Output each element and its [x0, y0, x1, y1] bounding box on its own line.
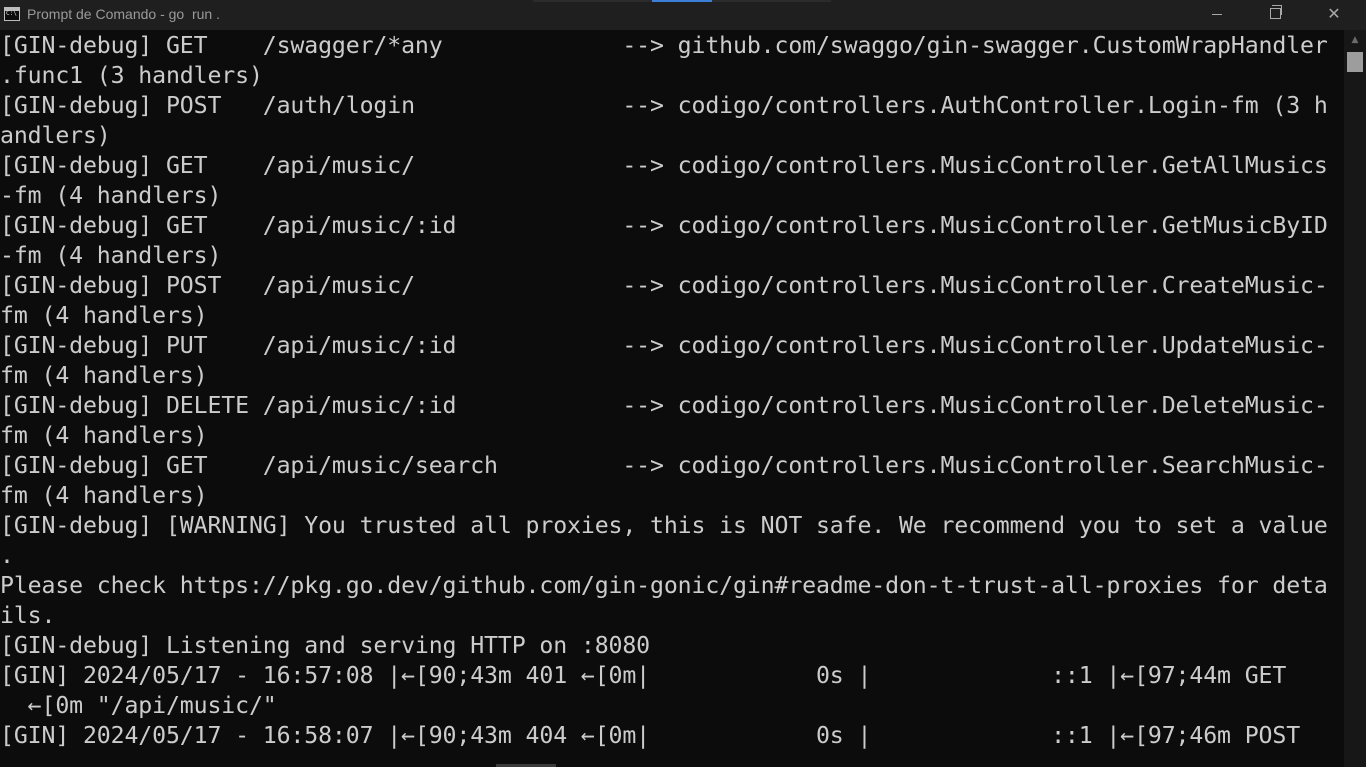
- console-line: [GIN] 2024/05/17 - 16:57:08 |←[90;43m 40…: [0, 662, 1287, 689]
- console-line: fm (4 handlers): [0, 302, 208, 329]
- console-line: [GIN-debug] GET /swagger/*any --> github…: [0, 32, 1328, 59]
- console-line: fm (4 handlers): [0, 422, 208, 449]
- console-output[interactable]: [GIN-debug] GET /swagger/*any --> github…: [0, 30, 1344, 767]
- command-prompt-window: Prompt de Comando - go run . ✕ [GIN-debu…: [0, 0, 1366, 767]
- vertical-scrollbar[interactable]: ▲: [1344, 30, 1366, 767]
- close-button[interactable]: ✕: [1305, 0, 1363, 30]
- console-line: [GIN-debug] GET /api/music/search --> co…: [0, 452, 1328, 479]
- active-tab-indicator: [652, 0, 712, 2]
- scroll-up-arrow-icon[interactable]: ▲: [1344, 30, 1366, 50]
- console-line: -fm (4 handlers): [0, 242, 222, 269]
- console-line: [GIN] 2024/05/17 - 16:58:07 |←[90;43m 40…: [0, 722, 1301, 749]
- console-line: ←[0m "/api/music/": [0, 692, 277, 719]
- console-line: [GIN-debug] POST /api/music/ --> codigo/…: [0, 272, 1328, 299]
- console-line: [GIN-debug] POST /auth/login --> codigo/…: [0, 92, 1328, 119]
- taskbar-preview-strip: [533, 0, 831, 2]
- scroll-thumb[interactable]: [1347, 52, 1363, 72]
- window-title: Prompt de Comando - go run .: [27, 6, 220, 22]
- console-line: Please check https://pkg.go.dev/github.c…: [0, 572, 1328, 599]
- console-line: [GIN-debug] DELETE /api/music/:id --> co…: [0, 392, 1328, 419]
- console-line: [GIN-debug] GET /api/music/ --> codigo/c…: [0, 152, 1328, 179]
- minimize-icon: [1212, 14, 1222, 15]
- close-icon: ✕: [1327, 4, 1341, 23]
- console-line: .: [0, 542, 14, 569]
- console-line: fm (4 handlers): [0, 482, 208, 509]
- cmd-icon[interactable]: [4, 7, 20, 21]
- console-line: -fm (4 handlers): [0, 182, 222, 209]
- console-line: [GIN-debug] [WARNING] You trusted all pr…: [0, 512, 1328, 539]
- console-line: [GIN-debug] Listening and serving HTTP o…: [0, 632, 651, 659]
- console-line: [GIN-debug] PUT /api/music/:id --> codig…: [0, 332, 1328, 359]
- console-line: .func1 (3 handlers): [0, 62, 263, 89]
- restore-icon: [1269, 5, 1282, 19]
- console-line: andlers): [0, 122, 111, 149]
- maximize-button[interactable]: [1246, 0, 1304, 30]
- console-line: [GIN-debug] GET /api/music/:id --> codig…: [0, 212, 1328, 239]
- console-line: fm (4 handlers): [0, 362, 208, 389]
- console-line: ils.: [0, 602, 56, 629]
- minimize-button[interactable]: [1188, 0, 1246, 30]
- title-bar[interactable]: Prompt de Comando - go run . ✕: [0, 0, 1366, 30]
